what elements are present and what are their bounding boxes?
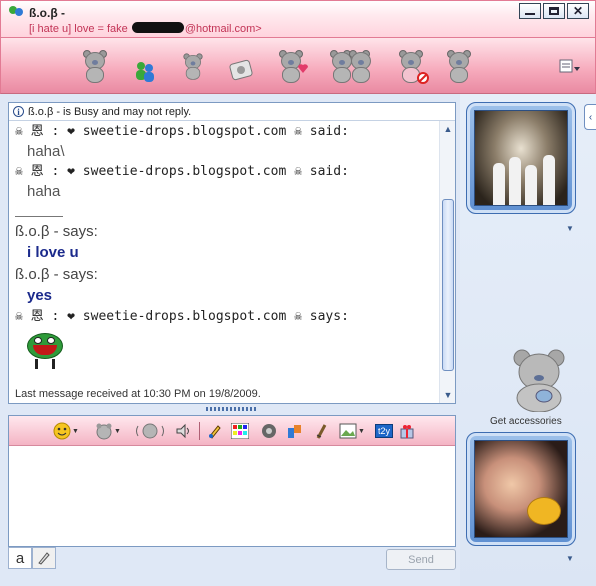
bear-icon[interactable] [175, 44, 211, 84]
bear-heart-icon[interactable] [273, 44, 309, 84]
handwriting-icon[interactable] [315, 422, 329, 440]
messenger-icon [9, 6, 23, 16]
conversation-toolbar [0, 38, 596, 94]
scroll-up-icon[interactable]: ▲ [440, 121, 456, 137]
message-text: haha\ [27, 143, 65, 160]
separator [199, 422, 200, 440]
message-text: i love u [27, 244, 79, 261]
sender-line: ☠ 恩 : ❤ sweetie-drops.blogspot.com ☠ sai… [15, 164, 349, 179]
window-controls: ✕ [519, 3, 589, 19]
collapse-sidebar-button[interactable]: ‹ [584, 104, 596, 130]
redacted-scribble [131, 22, 184, 33]
send-button[interactable]: Send [386, 549, 456, 570]
chevron-down-icon[interactable]: ▼ [566, 554, 574, 563]
pen-icon [38, 552, 50, 565]
last-message-time: Last message received at 10:30 PM on 19/… [15, 388, 261, 400]
chat-history-panel: i ß.o.β - is Busy and may not reply. ☠ 恩… [8, 102, 456, 404]
picture-icon[interactable]: ▼ [339, 422, 365, 440]
info-icon: i [13, 106, 24, 117]
bear-block-icon[interactable] [393, 44, 429, 84]
sender-line: ß.o.β - says: [15, 223, 98, 240]
status-text: ß.o.β - is Busy and may not reply. [28, 105, 192, 118]
my-photo [474, 440, 568, 538]
get-accessories-link[interactable]: Get accessories [490, 416, 562, 427]
paint-icon[interactable] [287, 422, 303, 440]
close-icon: ✕ [572, 4, 584, 18]
subtitle-suffix: @hotmail.com> [184, 23, 262, 35]
pen-icon[interactable] [207, 422, 223, 440]
contact-photo [474, 110, 568, 206]
chevron-down-icon[interactable]: ▼ [566, 224, 574, 233]
vertical-scrollbar[interactable]: ▲ ▼ [439, 121, 455, 403]
sound-icon[interactable] [261, 422, 277, 440]
message-text: yes [27, 287, 53, 304]
scroll-down-icon[interactable]: ▼ [440, 387, 456, 403]
display-pictures-sidebar: ‹ ▼ Get accessories ▼ [460, 94, 596, 586]
close-button[interactable]: ✕ [567, 3, 589, 19]
formatting-toolbar: ▼ ▼ ▼ t2y [9, 416, 455, 446]
sender-line: ☠ 恩 : ❤ sweetie-drops.blogspot.com ☠ say… [15, 309, 349, 324]
menu-icon[interactable] [559, 58, 581, 76]
gift-icon[interactable] [399, 422, 415, 440]
bear-icon[interactable] [223, 44, 259, 84]
sender-line: ☠ 恩 : ❤ sweetie-drops.blogspot.com ☠ sai… [15, 124, 349, 139]
sender-line: ß.o.β - says: [15, 266, 98, 283]
my-display-picture[interactable] [466, 432, 576, 546]
bear-wink-icon[interactable]: ▼ [95, 422, 121, 440]
window-subtitle: [i hate u] love = fake @hotmail.com> [29, 22, 262, 35]
minimize-icon [525, 13, 535, 15]
message-text: haha [27, 183, 61, 200]
maximize-button[interactable] [543, 3, 565, 19]
color-palette-icon[interactable] [231, 422, 249, 440]
text-mode-tab[interactable]: a [8, 547, 32, 569]
minimize-button[interactable] [519, 3, 541, 19]
message-input-panel: ▼ ▼ ▼ t2y [8, 415, 456, 547]
chat-log[interactable]: ☠ 恩 : ❤ sweetie-drops.blogspot.com ☠ sai… [9, 121, 439, 403]
bear-accessory-icon[interactable] [508, 348, 570, 412]
panel-splitter[interactable] [206, 407, 258, 411]
separator [15, 216, 63, 217]
bear-icon[interactable] [441, 44, 477, 84]
title-bar: ß.o.β - [i hate u] love = fake @hotmail.… [0, 0, 596, 38]
subtitle-prefix: [i hate u] love = fake [29, 23, 131, 35]
message-input[interactable] [9, 446, 455, 546]
bears-icon[interactable] [327, 44, 373, 84]
t2y-icon[interactable]: t2y [375, 422, 394, 440]
status-bar: i ß.o.β - is Busy and may not reply. [9, 103, 455, 121]
contacts-icon[interactable] [127, 44, 163, 84]
emoticon-icon[interactable]: ▼ [53, 422, 79, 440]
scrollbar-thumb[interactable] [442, 199, 454, 371]
maximize-icon [549, 7, 559, 15]
handwriting-mode-tab[interactable] [32, 547, 56, 569]
voice-clip-icon[interactable] [175, 422, 191, 440]
bear-icon[interactable] [77, 44, 113, 84]
green-frog-emoticon [25, 331, 73, 371]
window-title: ß.o.β - [29, 6, 65, 20]
input-mode-tabs: a [8, 547, 60, 569]
contact-display-picture[interactable] [466, 102, 576, 214]
bear-nudge-icon[interactable] [135, 422, 165, 440]
